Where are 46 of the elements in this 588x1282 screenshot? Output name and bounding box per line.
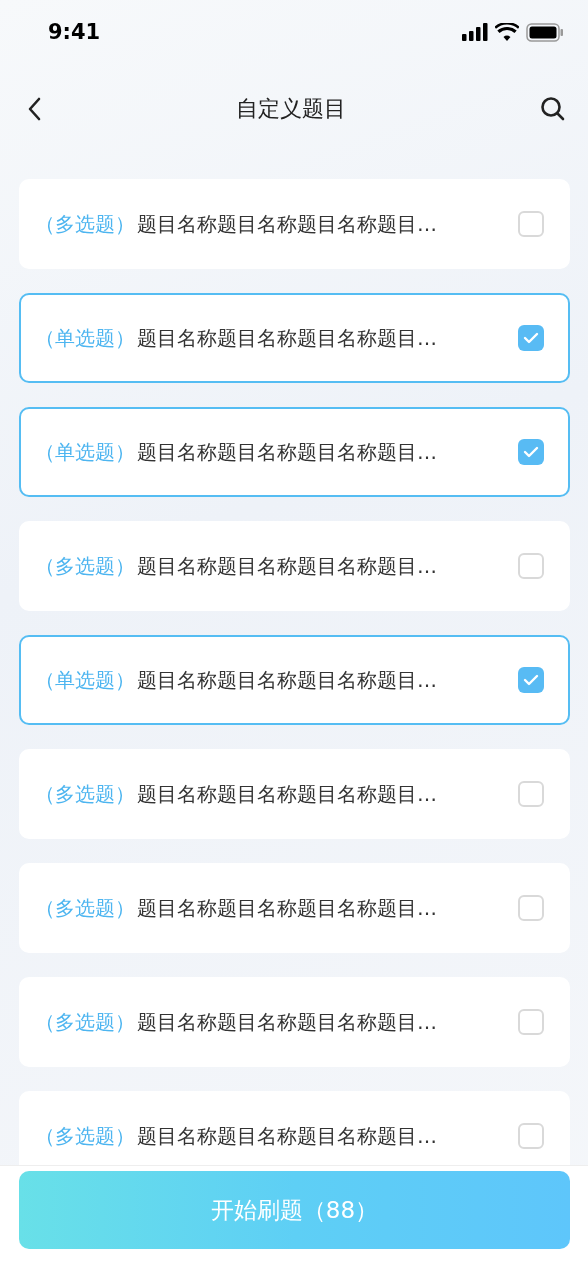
question-title: 题目名称题目名称题目名称题目… (137, 780, 438, 808)
question-type: （单选题） (35, 438, 135, 466)
page-title: 自定义题目 (236, 95, 346, 123)
question-card[interactable]: （单选题）题目名称题目名称题目名称题目… (19, 293, 570, 383)
check-icon (523, 674, 539, 686)
question-type: （单选题） (35, 666, 135, 694)
status-time: 9:41 (48, 20, 101, 44)
back-icon[interactable] (26, 96, 42, 122)
checkbox[interactable] (518, 553, 544, 579)
check-icon (523, 332, 539, 344)
question-card[interactable]: （多选题）题目名称题目名称题目名称题目… (19, 977, 570, 1067)
question-title: 题目名称题目名称题目名称题目… (137, 438, 438, 466)
checkbox[interactable] (518, 781, 544, 807)
question-type: （多选题） (35, 210, 135, 238)
signal-icon (462, 23, 488, 41)
question-card[interactable]: （多选题）题目名称题目名称题目名称题目… (19, 521, 570, 611)
checkbox[interactable] (518, 211, 544, 237)
question-title: 题目名称题目名称题目名称题目… (137, 552, 438, 580)
checkbox[interactable] (518, 439, 544, 465)
checkbox[interactable] (518, 667, 544, 693)
question-title: 题目名称题目名称题目名称题目… (137, 894, 438, 922)
wifi-icon (495, 23, 519, 41)
question-card[interactable]: （多选题）题目名称题目名称题目名称题目… (19, 1091, 570, 1165)
question-card[interactable]: （多选题）题目名称题目名称题目名称题目… (19, 749, 570, 839)
question-title: 题目名称题目名称题目名称题目… (137, 666, 438, 694)
question-type: （多选题） (35, 780, 135, 808)
question-title: 题目名称题目名称题目名称题目… (137, 1008, 438, 1036)
question-title: 题目名称题目名称题目名称题目… (137, 210, 438, 238)
search-icon[interactable] (540, 96, 566, 122)
question-card[interactable]: （单选题）题目名称题目名称题目名称题目… (19, 407, 570, 497)
check-icon (523, 446, 539, 458)
battery-icon (526, 22, 564, 42)
checkbox[interactable] (518, 1009, 544, 1035)
question-type: （多选题） (35, 552, 135, 580)
checkbox[interactable] (518, 895, 544, 921)
question-type: （多选题） (35, 1008, 135, 1036)
question-title: 题目名称题目名称题目名称题目… (137, 324, 438, 352)
question-title: 题目名称题目名称题目名称题目… (137, 1122, 438, 1150)
question-type: （多选题） (35, 1122, 135, 1150)
question-card[interactable]: （多选题）题目名称题目名称题目名称题目… (19, 863, 570, 953)
question-card[interactable]: （单选题）题目名称题目名称题目名称题目… (19, 635, 570, 725)
question-type: （单选题） (35, 324, 135, 352)
checkbox[interactable] (518, 325, 544, 351)
checkbox[interactable] (518, 1123, 544, 1149)
question-card[interactable]: （多选题）题目名称题目名称题目名称题目… (19, 179, 570, 269)
question-type: （多选题） (35, 894, 135, 922)
